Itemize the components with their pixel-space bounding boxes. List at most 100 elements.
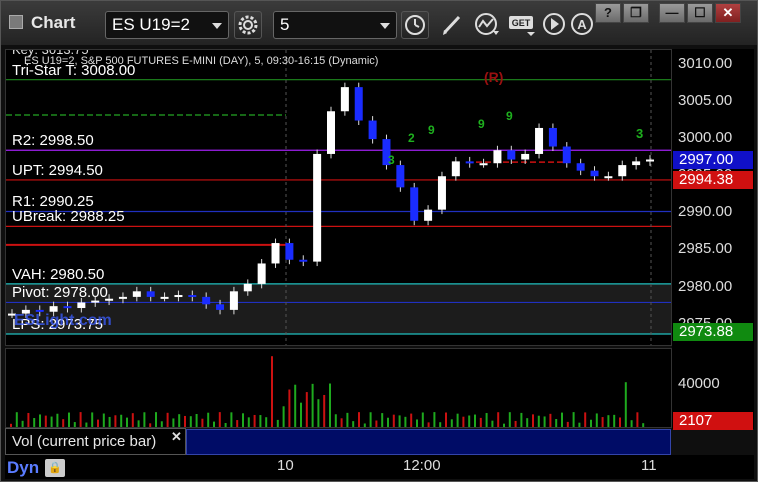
volume-bar	[462, 416, 465, 427]
time-tick-label: 11	[641, 457, 657, 474]
symbol-input[interactable]: ES U19=2	[105, 11, 229, 39]
chart-window-icon	[9, 15, 23, 29]
volume-bar	[537, 415, 540, 427]
level-label: UPT: 2994.50	[12, 161, 103, 179]
volume-bar	[387, 417, 389, 427]
chart-window: Chart ES U19=2 5 GET A ? ❐ — ☐ ✕ (R) 3 2…	[0, 0, 758, 482]
signal-count: 9	[506, 109, 513, 123]
candle-body	[535, 127, 544, 154]
volume-bar	[334, 414, 337, 427]
candle-body	[424, 209, 433, 221]
candle-body	[410, 187, 419, 221]
volume-plot[interactable]	[5, 348, 672, 428]
interval-input[interactable]: 5	[273, 11, 397, 39]
volume-tag: 2107	[673, 412, 753, 430]
volume-bar	[56, 413, 59, 427]
volume-bar	[491, 420, 494, 427]
volume-bar	[207, 412, 210, 427]
volume-bar	[427, 422, 430, 427]
help-button[interactable]: ?	[595, 3, 621, 23]
volume-label-text: Vol (current price bar)	[12, 433, 157, 450]
draw-button[interactable]	[439, 11, 467, 39]
chevron-down-icon[interactable]	[380, 23, 390, 29]
close-button[interactable]: ✕	[715, 3, 741, 23]
level-label: Tri-Star T: 3008.00	[12, 61, 136, 79]
signal-count: 3	[388, 153, 395, 167]
indicator-button[interactable]	[473, 11, 501, 39]
volume-bar	[590, 419, 592, 427]
candle-body	[229, 291, 238, 310]
candle-body	[63, 306, 72, 309]
level-label: UBreak: 2988.25	[12, 208, 125, 226]
maximize-button[interactable]: ☐	[687, 3, 713, 23]
time-axis: 10 12:00 11	[5, 455, 754, 479]
volume-bar	[62, 419, 65, 427]
signal-count: 9	[478, 117, 485, 131]
volume-bar	[421, 412, 424, 427]
price-plot[interactable]: (R) 3 2 9 9 9 3 ES U19=2, S&P 500 FUTURES E-MI…	[5, 49, 672, 346]
volume-bar	[50, 416, 53, 427]
volume-chart	[10, 356, 645, 427]
price-chart[interactable]: (R)329 993	[6, 50, 672, 346]
dynamic-label[interactable]: Dyn	[7, 458, 39, 478]
volume-bar	[189, 416, 192, 427]
volume-bar	[369, 412, 372, 427]
candle-body	[77, 302, 86, 309]
title-bar[interactable]: Chart ES U19=2 5 GET A ? ❐ — ☐ ✕	[1, 1, 757, 45]
indicator-icon	[475, 13, 499, 35]
volume-bar	[131, 413, 134, 427]
volume-bar	[456, 413, 459, 427]
time-tick-label: 12:00	[403, 457, 441, 474]
volume-bar	[300, 402, 302, 427]
alert-button[interactable]: A	[569, 11, 597, 39]
volume-bar	[166, 412, 169, 427]
volume-bar	[68, 412, 70, 427]
volume-bar	[404, 416, 407, 427]
volume-bar	[33, 418, 36, 427]
volume-bar	[340, 418, 343, 427]
volume-bar	[120, 414, 123, 427]
volume-bar	[497, 412, 500, 427]
volume-bar	[178, 414, 181, 427]
get-icon: GET	[509, 16, 535, 36]
volume-bar	[259, 415, 262, 427]
restore-button[interactable]: ❐	[623, 3, 649, 23]
volume-bar	[323, 394, 326, 427]
chevron-down-icon[interactable]	[212, 23, 222, 29]
candle-body	[146, 291, 155, 297]
candle-body	[132, 291, 141, 297]
volume-bar	[317, 399, 320, 427]
candle-body	[202, 296, 211, 305]
volume-bar	[213, 421, 215, 427]
volume-bar	[479, 417, 482, 427]
volume-bar	[288, 389, 291, 427]
candle-body	[646, 159, 654, 162]
volume-bar	[450, 419, 453, 427]
volume-bar	[520, 412, 523, 427]
candle-body	[354, 87, 363, 121]
volume-bar	[114, 415, 117, 427]
volume-bar	[97, 419, 99, 427]
minimize-button[interactable]: —	[659, 3, 685, 23]
close-icon[interactable]: ✕	[171, 429, 182, 445]
volume-bar	[172, 418, 175, 427]
play-button[interactable]	[541, 11, 569, 39]
volume-bar	[201, 418, 204, 427]
key-label: Key: 3013.75	[12, 49, 89, 57]
price-tag: 2994.38	[673, 170, 753, 189]
volume-bar	[363, 423, 366, 427]
get-button[interactable]: GET	[507, 11, 535, 39]
volume-bar	[358, 412, 360, 427]
volume-bar	[642, 423, 645, 427]
volume-bar	[578, 422, 581, 427]
price-tick-label: 2990.00	[678, 203, 733, 221]
candle-body	[507, 150, 516, 160]
volume-bar	[555, 419, 558, 427]
level-label: Pivot: 2978.00	[12, 284, 108, 302]
volume-bar	[271, 356, 273, 427]
time-button[interactable]	[401, 11, 429, 39]
lock-icon[interactable]: 🔒	[45, 459, 65, 477]
candle-body	[437, 176, 446, 210]
price-axis[interactable]: 3010.003005.003000.002995.002990.002985.…	[672, 49, 754, 430]
settings-button[interactable]	[234, 11, 262, 39]
